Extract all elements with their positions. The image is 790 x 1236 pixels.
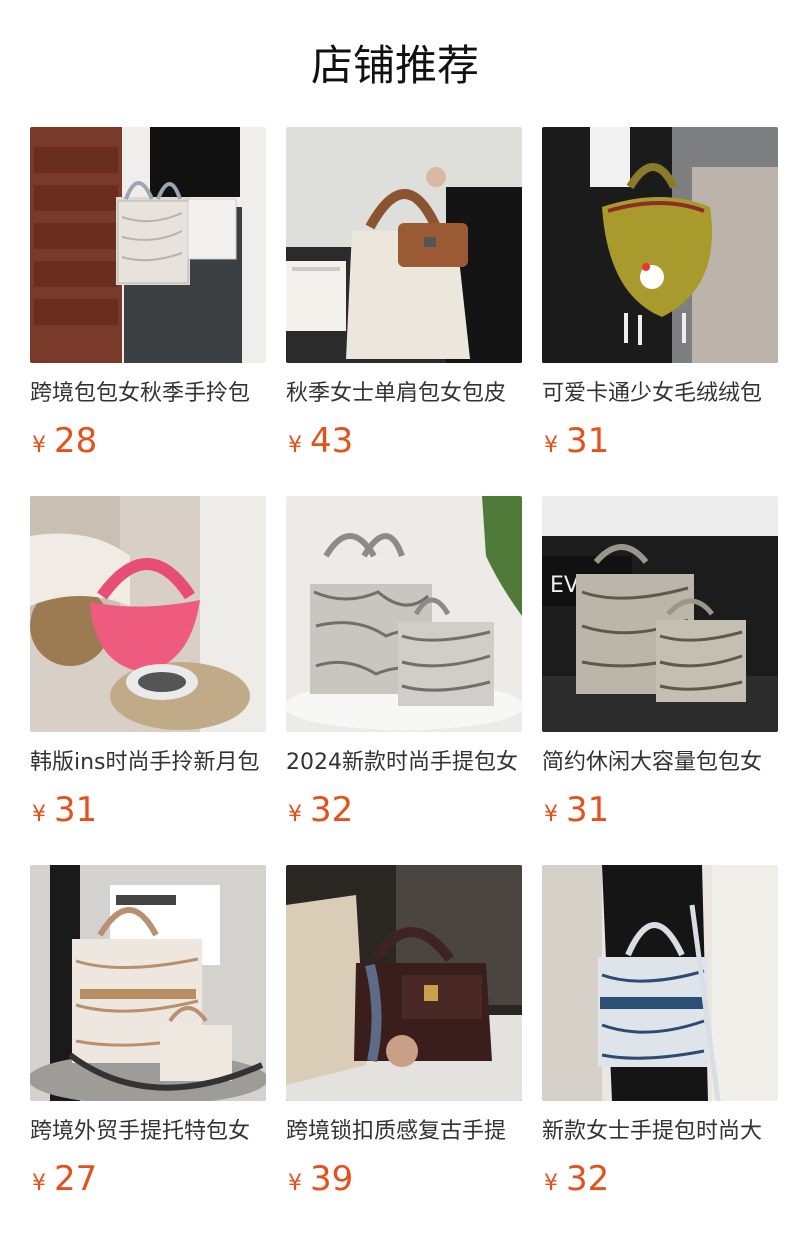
product-price: ¥ 43 [286,421,522,461]
price-amount: 43 [310,421,354,461]
product-price: ¥ 31 [542,421,778,461]
product-name[interactable]: 可爱卡通少女毛绒绒包 [542,379,778,409]
product-name[interactable]: 跨境包包女秋季手拎包 [30,379,266,409]
price-amount: 32 [310,790,354,830]
product-price: ¥ 28 [30,421,266,461]
tote-bag-image[interactable] [30,127,266,363]
product-name[interactable]: 新款女士手提包时尚大 [542,1117,778,1147]
product-name[interactable]: 韩版ins时尚手拎新月包 [30,748,266,778]
currency-symbol: ¥ [544,1171,558,1196]
currency-symbol: ¥ [544,802,558,827]
product-card[interactable]: EVEN 简约休闲大容量包包女 ¥ 31 [542,496,778,865]
price-amount: 31 [54,790,98,830]
currency-symbol: ¥ [288,1171,302,1196]
price-amount: 27 [54,1159,98,1199]
product-price: ¥ 32 [542,1159,778,1199]
product-card[interactable]: 韩版ins时尚手拎新月包 ¥ 31 [30,496,266,865]
price-amount: 39 [310,1159,354,1199]
product-name[interactable]: 秋季女士单肩包女包皮 [286,379,522,409]
product-price: ¥ 27 [30,1159,266,1199]
handbag-image[interactable] [286,127,522,363]
product-card[interactable]: 跨境外贸手提托特包女 ¥ 27 [30,865,266,1234]
product-price: ¥ 31 [30,790,266,830]
product-grid: 跨境包包女秋季手拎包 ¥ 28 秋季女士单肩包女包皮 ¥ 43 可爱卡通少女毛绒… [30,127,780,1234]
section-title: 店铺推荐 [310,41,479,90]
product-card[interactable]: 2024新款时尚手提包女 ¥ 32 [286,496,522,865]
product-price: ¥ 39 [286,1159,522,1199]
product-name[interactable]: 跨境锁扣质感复古手提 [286,1117,522,1147]
jacquard-tote-image[interactable] [286,496,522,732]
product-card[interactable]: 新款女士手提包时尚大 ¥ 32 [542,865,778,1234]
jacquard-tote-image[interactable]: EVEN [542,496,778,732]
currency-symbol: ¥ [288,802,302,827]
currency-symbol: ¥ [544,433,558,458]
product-card[interactable]: 可爱卡通少女毛绒绒包 ¥ 31 [542,127,778,496]
product-card[interactable]: 秋季女士单肩包女包皮 ¥ 43 [286,127,522,496]
currency-symbol: ¥ [32,802,46,827]
price-amount: 32 [566,1159,610,1199]
currency-symbol: ¥ [32,1171,46,1196]
price-amount: 28 [54,421,98,461]
product-card[interactable]: 跨境包包女秋季手拎包 ¥ 28 [30,127,266,496]
blue-tote-image[interactable] [542,865,778,1101]
leather-bag-image[interactable] [286,865,522,1101]
currency-symbol: ¥ [288,433,302,458]
product-name[interactable]: 跨境外贸手提托特包女 [30,1117,266,1147]
store-recommendation-page: 店铺推荐 跨境包包女秋季手拎包 ¥ 28 秋季女士单肩包女包皮 ¥ 43 可爱卡… [0,0,790,1236]
product-name[interactable]: 2024新款时尚手提包女 [286,748,522,778]
product-price: ¥ 31 [542,790,778,830]
plush-bag-image[interactable] [542,127,778,363]
product-price: ¥ 32 [286,790,522,830]
price-amount: 31 [566,790,610,830]
price-amount: 31 [566,421,610,461]
currency-symbol: ¥ [32,433,46,458]
pink-crescent-bag-image[interactable] [30,496,266,732]
tote-set-image[interactable] [30,865,266,1101]
product-card[interactable]: 跨境锁扣质感复古手提 ¥ 39 [286,865,522,1234]
product-name[interactable]: 简约休闲大容量包包女 [542,748,778,778]
